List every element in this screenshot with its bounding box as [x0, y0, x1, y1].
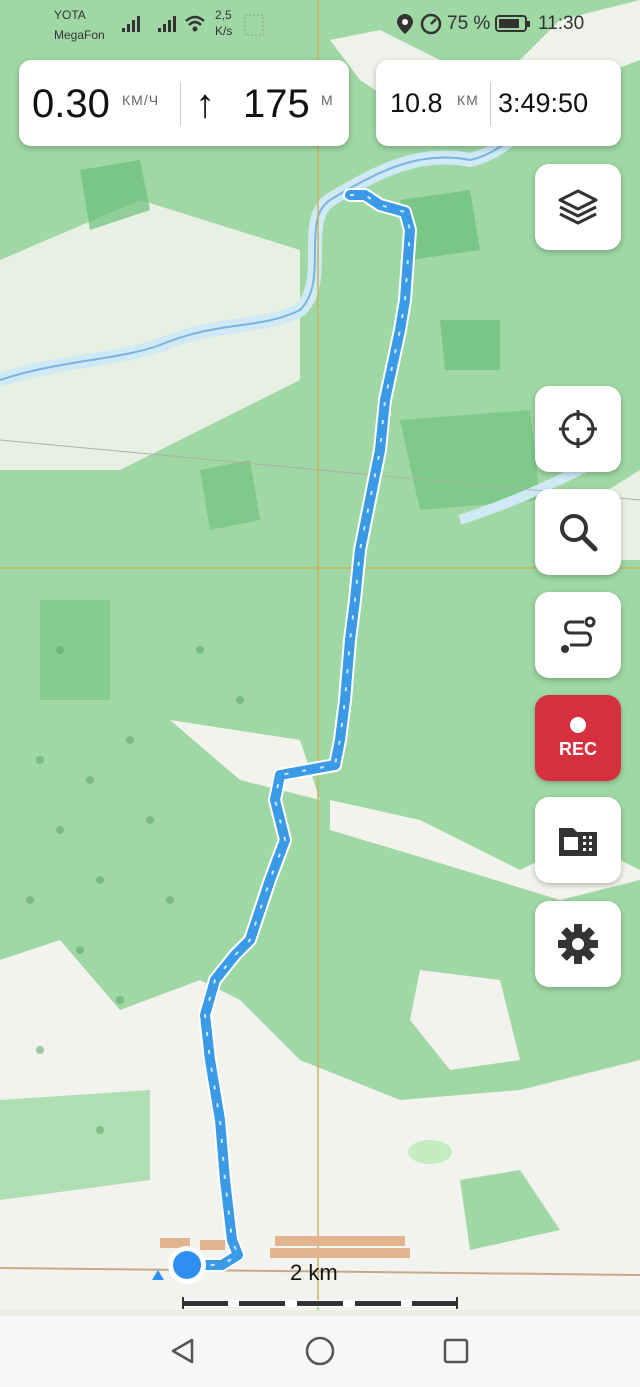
- speed-value: 0.30: [32, 82, 110, 126]
- scale-bar: [182, 1297, 458, 1309]
- net-speed-unit: K/s: [215, 24, 233, 38]
- home-button[interactable]: [303, 1334, 337, 1368]
- back-icon: [171, 1338, 194, 1364]
- carrier-1: YOTA: [54, 8, 86, 22]
- wifi-icon: [185, 15, 205, 32]
- distance-value: 10.8: [390, 88, 443, 118]
- record-label: REC: [558, 738, 597, 759]
- route-icon: [561, 616, 596, 653]
- battery-icon: [495, 15, 530, 32]
- duration-value: 3:49:50: [498, 88, 589, 118]
- net-speed-value: 2,5: [215, 8, 232, 22]
- altitude-unit: М: [321, 92, 334, 108]
- card-divider: [490, 82, 491, 126]
- hotspot-icon: [244, 14, 264, 36]
- settings-button[interactable]: [535, 901, 621, 987]
- speed-altitude-card[interactable]: 0.30 КМ/Ч ↑ 175 М: [19, 60, 349, 146]
- clock: 11:30: [538, 13, 585, 34]
- altitude-arrow-icon: ↑: [195, 82, 215, 126]
- distance-time-card[interactable]: 10.8 КМ 3:49:50: [376, 60, 621, 146]
- scale-label: 2 km: [290, 1260, 338, 1285]
- crosshair-icon: [559, 410, 597, 448]
- home-icon: [305, 1336, 335, 1366]
- search-button[interactable]: [535, 489, 621, 575]
- route-button[interactable]: [535, 592, 621, 678]
- battery-percent: 75 %: [447, 13, 491, 34]
- system-nav-bar: [0, 1316, 640, 1387]
- search-icon: [560, 514, 598, 552]
- signal-icon: [122, 16, 176, 32]
- card-divider: [180, 82, 181, 126]
- record-button[interactable]: REC: [535, 695, 621, 781]
- record-dot-icon: [570, 716, 586, 733]
- back-button[interactable]: [166, 1334, 200, 1368]
- location-pin-icon: [397, 14, 413, 34]
- layers-button[interactable]: [535, 164, 621, 250]
- recents-button[interactable]: [439, 1334, 473, 1368]
- tracks-button[interactable]: [535, 797, 621, 883]
- status-bar: YOTA MegaFon 2,5 K/s 75 % 11:30: [0, 0, 640, 50]
- speedometer-icon: [420, 13, 442, 35]
- altitude-value: 175: [243, 82, 310, 126]
- carrier-2: MegaFon: [54, 28, 105, 42]
- distance-unit: КМ: [457, 92, 479, 108]
- recents-icon: [443, 1338, 469, 1364]
- gear-icon: [558, 924, 598, 964]
- folder-icon: [559, 828, 597, 856]
- speed-unit: КМ/Ч: [122, 92, 160, 108]
- locate-button[interactable]: [535, 386, 621, 472]
- layers-icon: [558, 189, 598, 225]
